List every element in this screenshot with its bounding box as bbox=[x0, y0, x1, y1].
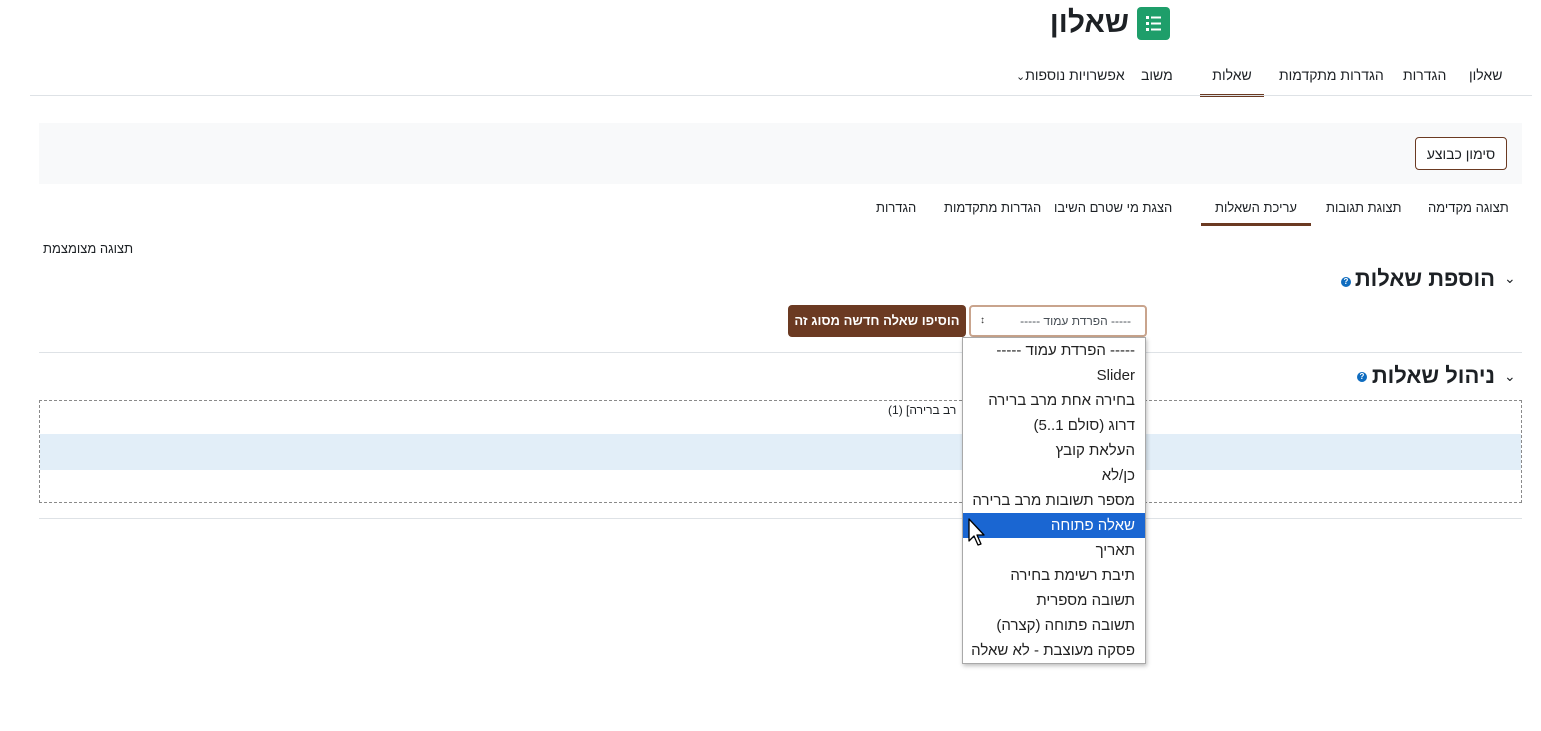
chevron-down-icon[interactable]: ⌄ bbox=[1504, 270, 1516, 287]
nav-tab-settings[interactable]: הגדרות bbox=[1403, 56, 1446, 94]
select-value: ----- הפרדת עמוד ----- bbox=[1020, 314, 1131, 328]
option-page-break[interactable]: ----- הפרדת עמוד ----- bbox=[963, 338, 1145, 363]
survey-list-icon bbox=[1137, 7, 1170, 40]
add-questions-heading[interactable]: הוספת שאלות bbox=[1355, 266, 1495, 292]
section-divider bbox=[39, 352, 1522, 353]
subnav-view-responses[interactable]: תצוגת תגובות bbox=[1326, 200, 1402, 222]
mark-as-done-button[interactable]: סימון כבוצע bbox=[1415, 137, 1507, 170]
help-icon[interactable]: ? bbox=[1341, 277, 1351, 287]
option-file-upload[interactable]: העלאת קובץ bbox=[963, 438, 1145, 463]
question-item-text: רב ברירה] (1) bbox=[888, 403, 957, 417]
option-label-paragraph[interactable]: פסקה מעוצבת - לא שאלה bbox=[963, 638, 1145, 663]
help-icon[interactable]: ? bbox=[1357, 372, 1367, 382]
compact-view-link[interactable]: תצוגה מצומצמת bbox=[43, 241, 133, 256]
option-date[interactable]: תאריך bbox=[963, 538, 1145, 563]
nav-divider bbox=[30, 95, 1532, 96]
nav-tab-survey[interactable]: שאלון bbox=[1469, 56, 1502, 94]
option-yes-no[interactable]: כן/לא bbox=[963, 463, 1145, 488]
subnav-edit-questions[interactable]: עריכת השאלות bbox=[1201, 200, 1311, 226]
option-short-text[interactable]: תשובה פתוחה (קצרה) bbox=[963, 613, 1145, 638]
option-single-choice[interactable]: בחירה אחת מרב ברירה bbox=[963, 388, 1145, 413]
nav-tab-advanced-settings[interactable]: הגדרות מתקדמות bbox=[1279, 56, 1384, 94]
subnav-advanced-settings[interactable]: הגדרות מתקדמות bbox=[944, 200, 1041, 222]
subnav-preview[interactable]: תצוגה מקדימה bbox=[1428, 200, 1509, 222]
option-multiple-choice[interactable]: מספר תשובות מרב ברירה bbox=[963, 488, 1145, 513]
activity-header-bar bbox=[39, 123, 1522, 184]
subnav-non-respondents[interactable]: הצגת מי שטרם השיבו bbox=[1054, 200, 1172, 222]
chevron-down-icon[interactable]: ⌄ bbox=[1504, 368, 1516, 385]
section-divider bbox=[39, 518, 1522, 519]
page-title: שאלון bbox=[1049, 6, 1129, 39]
option-numeric[interactable]: תשובה מספרית bbox=[963, 588, 1145, 613]
question-type-dropdown[interactable]: ----- הפרדת עמוד ----- Slider בחירה אחת … bbox=[962, 337, 1146, 664]
option-dropdown-list[interactable]: תיבת רשימת בחירה bbox=[963, 563, 1145, 588]
nav-more-options[interactable]: ⌄אפשרויות נוספות bbox=[1016, 56, 1125, 94]
nav-tab-questions[interactable]: שאלות bbox=[1200, 56, 1264, 97]
option-essay[interactable]: שאלה פתוחה bbox=[963, 513, 1145, 538]
option-rating-scale[interactable]: דרוג (סולם 1..5) bbox=[963, 413, 1145, 438]
add-question-button[interactable]: הוסיפו שאלה חדשה מסוג זה bbox=[788, 305, 966, 337]
nav-tab-feedback[interactable]: משוב bbox=[1141, 56, 1173, 94]
question-row-highlight[interactable] bbox=[40, 434, 1521, 470]
option-slider[interactable]: Slider bbox=[963, 363, 1145, 388]
mouse-cursor-icon bbox=[968, 518, 988, 553]
select-arrows-icon: ↕ bbox=[980, 315, 985, 326]
manage-questions-heading[interactable]: ניהול שאלות bbox=[1372, 363, 1495, 389]
subnav-settings[interactable]: הגדרות bbox=[876, 200, 916, 222]
question-type-select[interactable]: ----- הפרדת עמוד ----- ↕ bbox=[969, 305, 1147, 337]
chevron-down-icon: ⌄ bbox=[1016, 71, 1026, 83]
